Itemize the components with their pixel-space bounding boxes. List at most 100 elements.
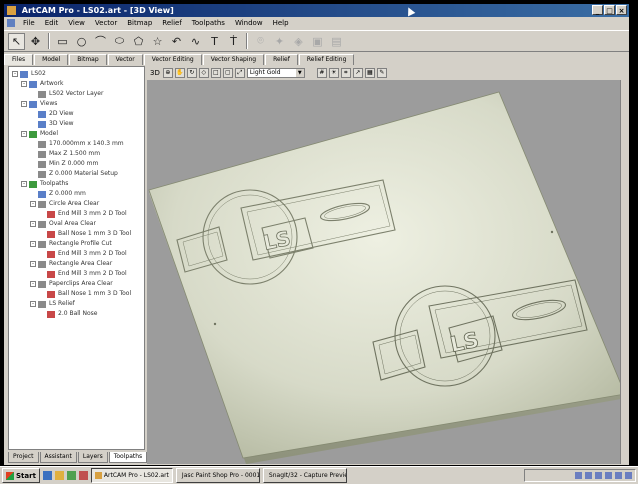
- bottom-tab[interactable]: Toolpaths: [108, 452, 148, 463]
- tray-app-icon[interactable]: [615, 472, 622, 479]
- weld-icon[interactable]: ✦: [271, 33, 288, 50]
- tray-app-icon[interactable]: [575, 472, 582, 479]
- circle-icon[interactable]: ○: [73, 33, 90, 50]
- collapse-toggle-icon[interactable]: -: [30, 261, 36, 267]
- tree-item[interactable]: - Oval Area Clear: [30, 219, 96, 229]
- menu-item[interactable]: Edit: [40, 19, 64, 27]
- tree-item[interactable]: - Paperclips Area Clear: [30, 279, 113, 289]
- collapse-toggle-icon[interactable]: -: [30, 201, 36, 207]
- tree-item[interactable]: 2.0 Ball Nose: [39, 309, 97, 319]
- snap-icon[interactable]: ▦: [364, 68, 375, 78]
- project-tree-panel[interactable]: - LS02- Artwork LS02 Vector Layer - Views 2D V…: [8, 66, 145, 450]
- material-select[interactable]: Light Gold ▼: [246, 68, 305, 78]
- group-icon[interactable]: ▣: [309, 33, 326, 50]
- panel-tab[interactable]: Vector: [107, 54, 143, 65]
- tree-item[interactable]: Ball Nose 1 mm 3 D Tool: [39, 229, 131, 239]
- tree-item[interactable]: - LS02: [12, 69, 46, 79]
- tree-item[interactable]: Ball Nose 1 mm 3 D Tool: [39, 289, 131, 299]
- grid-icon[interactable]: #: [316, 68, 327, 78]
- text-icon[interactable]: T: [206, 33, 223, 50]
- trim-icon[interactable]: ◈: [290, 33, 307, 50]
- light-icon[interactable]: ☀: [328, 68, 339, 78]
- tree-item[interactable]: 3D View: [30, 119, 74, 129]
- front-view-icon[interactable]: ▢: [222, 68, 233, 78]
- menu-item[interactable]: Vector: [90, 19, 122, 27]
- arc-icon[interactable]: ↶: [168, 33, 185, 50]
- menu-item[interactable]: Toolpaths: [187, 19, 230, 27]
- toolpath-display-icon[interactable]: ↗: [352, 68, 363, 78]
- bottom-tab[interactable]: Project: [8, 452, 39, 463]
- desktop-icon[interactable]: [42, 471, 52, 480]
- minimize-button[interactable]: _: [592, 5, 603, 15]
- tree-item[interactable]: End Mill 3 mm 2 D Tool: [39, 209, 127, 219]
- text-on-curve-icon[interactable]: Ṫ: [225, 33, 242, 50]
- 3d-viewport[interactable]: LS LS: [147, 80, 629, 464]
- tree-item[interactable]: 2D View: [30, 109, 74, 119]
- polyline-icon[interactable]: ⌒: [92, 33, 109, 50]
- tree-item[interactable]: - Toolpaths: [21, 179, 68, 189]
- offset-icon[interactable]: ⌾: [252, 33, 269, 50]
- collapse-toggle-icon[interactable]: -: [30, 301, 36, 307]
- tree-item[interactable]: - Rectangle Profile Cut: [30, 239, 112, 249]
- tree-item[interactable]: - Circle Area Clear: [30, 199, 99, 209]
- polygon-icon[interactable]: ⬠: [130, 33, 147, 50]
- viewport-scrollbar[interactable]: [620, 80, 629, 464]
- tree-item[interactable]: - Model: [21, 129, 58, 139]
- taskbar-item[interactable]: ArtCAM Pro - LS02.art: [90, 468, 173, 483]
- tree-item[interactable]: Min Z 0.000 mm: [30, 159, 98, 169]
- explorer-icon[interactable]: [66, 471, 76, 480]
- tree-item[interactable]: End Mill 3 mm 2 D Tool: [39, 269, 127, 279]
- collapse-toggle-icon[interactable]: -: [30, 221, 36, 227]
- tray-app-icon[interactable]: [585, 472, 592, 479]
- panel-tab[interactable]: Vector Editing: [143, 54, 202, 65]
- menu-item[interactable]: Help: [268, 19, 294, 27]
- ungroup-icon[interactable]: ▤: [328, 33, 345, 50]
- collapse-toggle-icon[interactable]: -: [21, 101, 27, 107]
- rectangle-icon[interactable]: ▭: [54, 33, 71, 50]
- tray-app-icon[interactable]: [605, 472, 612, 479]
- panel-tab[interactable]: Relief: [265, 54, 298, 65]
- tree-item[interactable]: - Views: [21, 99, 57, 109]
- tree-item[interactable]: LS02 Vector Layer: [30, 89, 103, 99]
- title-bar[interactable]: ArtCAM Pro - LS02.art - [3D View] _ □ ×: [4, 4, 629, 17]
- panel-tab[interactable]: Vector Shaping: [202, 54, 265, 65]
- volume-icon[interactable]: [625, 472, 632, 479]
- collapse-toggle-icon[interactable]: -: [30, 241, 36, 247]
- tree-item[interactable]: - LS Relief: [30, 299, 75, 309]
- browser-icon[interactable]: [54, 471, 64, 480]
- menu-item[interactable]: View: [63, 19, 90, 27]
- top-view-icon[interactable]: □: [210, 68, 221, 78]
- collapse-toggle-icon[interactable]: -: [30, 281, 36, 287]
- panel-tab[interactable]: Files: [4, 54, 34, 65]
- pencil-icon[interactable]: ✎: [376, 68, 387, 78]
- select-arrow-icon[interactable]: ↖: [8, 32, 25, 50]
- tree-item[interactable]: Z 0.000 Material Setup: [30, 169, 118, 179]
- pan-icon[interactable]: ✋: [174, 68, 185, 78]
- bottom-tab[interactable]: Assistant: [39, 452, 77, 463]
- curve-icon[interactable]: ∿: [187, 33, 204, 50]
- menu-item[interactable]: File: [18, 19, 40, 27]
- collapse-toggle-icon[interactable]: -: [21, 81, 27, 87]
- ellipse-icon[interactable]: ⬭: [111, 33, 128, 50]
- tree-item[interactable]: 170.000mm x 140.3 mm: [30, 139, 124, 149]
- panel-tab[interactable]: Model: [34, 54, 69, 65]
- tree-item[interactable]: - Rectangle Area Clear: [30, 259, 112, 269]
- tree-item[interactable]: End Mill 3 mm 2 D Tool: [39, 249, 127, 259]
- tray-app-icon[interactable]: [595, 472, 602, 479]
- wireframe-icon[interactable]: ⌗: [340, 68, 351, 78]
- menu-item[interactable]: Relief: [157, 19, 187, 27]
- rotate-icon[interactable]: ↻: [186, 68, 197, 78]
- iso-view-icon[interactable]: ◇: [198, 68, 209, 78]
- start-button[interactable]: Start: [2, 468, 40, 483]
- taskbar-item[interactable]: Jasc Paint Shop Pro - 0001: [175, 468, 260, 483]
- zoom-icon[interactable]: ⊕: [162, 68, 173, 78]
- view-mode-label[interactable]: 3D: [150, 69, 160, 77]
- menu-item[interactable]: Window: [230, 19, 268, 27]
- taskbar-item[interactable]: SnagIt/32 - Capture Preview: [262, 468, 347, 483]
- panel-tab[interactable]: Bitmap: [69, 54, 107, 65]
- bottom-tab[interactable]: Layers: [77, 452, 108, 463]
- menu-item[interactable]: Bitmap: [122, 19, 157, 27]
- collapse-toggle-icon[interactable]: -: [21, 181, 27, 187]
- media-icon[interactable]: [78, 471, 88, 480]
- close-button[interactable]: ×: [616, 5, 627, 15]
